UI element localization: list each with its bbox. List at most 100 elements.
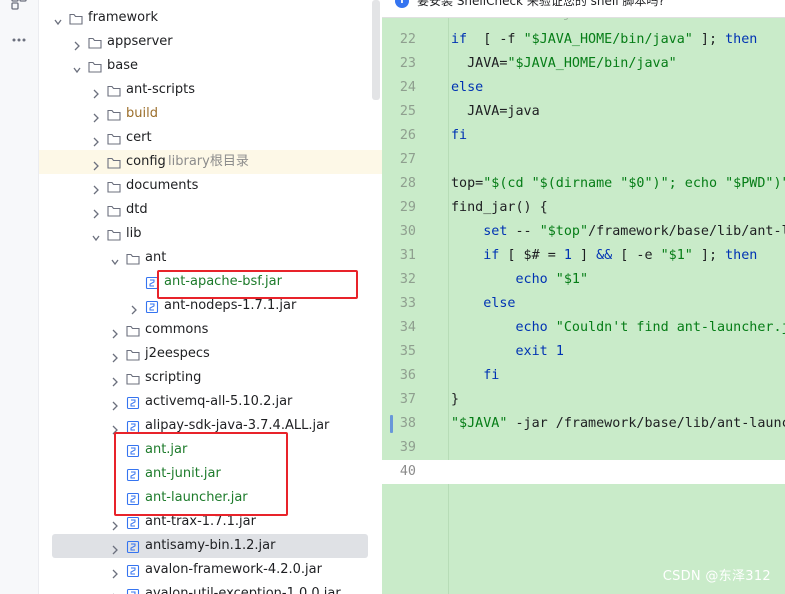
line-number: 35 [399, 344, 416, 359]
code-line-38[interactable]: 38 "$JAVA" -jar /framework/base/lib/ant-l… [382, 412, 785, 436]
tree-item-build[interactable]: build [39, 102, 382, 126]
code-line-29[interactable]: 29 find_jar() { [382, 196, 785, 220]
tree-item-label: antisamy-bin.1.2.jar [145, 538, 276, 553]
code-line-24[interactable]: 24 else [382, 76, 785, 100]
code-text: if [ $# = 1 ] && [ -e "$1" ]; then [451, 248, 758, 263]
code-editor[interactable]: # Location of java executable 22if [ -f … [382, 0, 785, 594]
code-line-35[interactable]: 35 exit 1 [382, 340, 785, 364]
tree-item-j2eespecs[interactable]: j2eespecs [39, 342, 382, 366]
more-icon[interactable] [11, 34, 27, 46]
code-text: JAVA="$JAVA_HOME/bin/java" [451, 56, 677, 71]
chevron-right-icon[interactable] [72, 36, 82, 51]
code-line-23[interactable]: 23 JAVA="$JAVA_HOME/bin/java" [382, 52, 785, 76]
code-line-40[interactable]: 40 [382, 460, 785, 484]
jar-file-icon [126, 395, 140, 410]
chevron-right-icon[interactable] [110, 348, 120, 363]
folder-icon [107, 155, 121, 169]
line-number: 26 [399, 128, 416, 143]
line-number: 22 [399, 32, 416, 47]
tree-item-lib[interactable]: lib [39, 222, 382, 246]
chevron-right-icon[interactable] [110, 588, 120, 594]
tree-item-activemq-jar[interactable]: activemq-all-5.10.2.jar [39, 390, 382, 414]
tree-item-label: ant-scripts [126, 82, 195, 97]
chevron-right-icon[interactable] [91, 132, 101, 147]
folder-icon [88, 35, 102, 49]
chevron-down-icon[interactable] [110, 252, 120, 266]
tree-item-ant-scripts[interactable]: ant-scripts [39, 78, 382, 102]
tree-item-label: lib [126, 226, 142, 241]
tool-window-strip [0, 0, 39, 594]
folder-icon [126, 323, 140, 337]
code-line-32[interactable]: 32 echo "$1" [382, 268, 785, 292]
tree-item-antisamy-jar[interactable]: antisamy-bin.1.2.jar [52, 534, 368, 558]
tree-item-ant[interactable]: ant [39, 246, 382, 270]
tree-item-label: cert [126, 130, 152, 145]
tree-item-dtd[interactable]: dtd [39, 198, 382, 222]
line-number: 24 [399, 80, 416, 95]
code-text: find_jar() { [451, 200, 548, 215]
tree-item-label: avalon-framework-4.2.0.jar [145, 562, 322, 577]
code-line-28[interactable]: 28 top="$(cd "$(dirname "$0")"; echo "$PW… [382, 172, 785, 196]
tree-item-label: appserver [107, 34, 173, 49]
info-icon: i [395, 0, 409, 8]
chevron-right-icon[interactable] [91, 204, 101, 219]
chevron-down-icon[interactable] [91, 228, 101, 242]
chevron-right-icon[interactable] [91, 156, 101, 171]
chevron-right-icon[interactable] [110, 420, 120, 435]
tree-item-framework[interactable]: framework [39, 6, 382, 30]
chevron-right-icon[interactable] [110, 516, 120, 531]
chevron-right-icon[interactable] [110, 396, 120, 411]
tree-item-cert[interactable]: cert [39, 126, 382, 150]
line-number: 31 [399, 248, 416, 263]
chevron-right-icon[interactable] [110, 564, 120, 579]
code-line-33[interactable]: 33 else [382, 292, 785, 316]
code-line-30[interactable]: 30 set -- "$top"/framework/base/lib/ant-… [382, 220, 785, 244]
tree-item-avalon-util-jar[interactable]: avalon-util-exception-1.0.0.jar [39, 582, 382, 594]
tree-item-commons[interactable]: commons [39, 318, 382, 342]
code-line-36[interactable]: 36 fi [382, 364, 785, 388]
jar-file-icon [126, 587, 140, 594]
tree-item-label: ant [145, 250, 167, 265]
line-number: 29 [399, 200, 416, 215]
tree-item-label: commons [145, 322, 209, 337]
code-line-26[interactable]: 26 fi [382, 124, 785, 148]
code-line-31[interactable]: 31 if [ $# = 1 ] && [ -e "$1" ]; then [382, 244, 785, 268]
tree-scrollbar[interactable] [372, 0, 380, 100]
code-text: set -- "$top"/framework/base/lib/ant-l [451, 224, 785, 239]
chevron-right-icon[interactable] [91, 84, 101, 99]
tree-item-scripting[interactable]: scripting [39, 366, 382, 390]
notification-text: 要安装 ShellCheck 来验证您的 shell 脚本吗? [417, 0, 665, 8]
code-text: fi [451, 368, 500, 383]
tree-item-label: build [126, 106, 158, 121]
chevron-down-icon[interactable] [53, 12, 63, 26]
code-line-39[interactable]: 39 [382, 436, 785, 460]
tree-item-avalon-framework-jar[interactable]: avalon-framework-4.2.0.jar [39, 558, 382, 582]
chevron-down-icon[interactable] [72, 60, 82, 74]
code-text: echo "Couldn't find ant-launcher.j [451, 320, 785, 335]
chevron-right-icon[interactable] [91, 180, 101, 195]
jar-file-icon [126, 419, 140, 434]
code-line-37[interactable]: 37} [382, 388, 785, 412]
chevron-right-icon[interactable] [110, 540, 120, 555]
tree-item-base[interactable]: base [39, 54, 382, 78]
folder-icon [126, 371, 140, 385]
tree-item-documents[interactable]: documents [39, 174, 382, 198]
line-number: 27 [399, 152, 416, 167]
tree-item-label: activemq-all-5.10.2.jar [145, 394, 293, 409]
chevron-right-icon[interactable] [110, 324, 120, 339]
code-text: } [451, 392, 460, 407]
code-line-34[interactable]: 34 echo "Couldn't find ant-launcher.j [382, 316, 785, 340]
code-line-22[interactable]: 22 if [ -f "$JAVA_HOME/bin/java" ]; then [382, 28, 785, 52]
jar-file-icon [145, 299, 159, 314]
folder-icon [126, 347, 140, 361]
chevron-right-icon[interactable] [129, 300, 139, 315]
folder-icon [107, 179, 121, 193]
shellcheck-notification[interactable]: i 要安装 ShellCheck 来验证您的 shell 脚本吗? [382, 0, 785, 18]
tree-item-appserver[interactable]: appserver [39, 30, 382, 54]
code-line-25[interactable]: 25 JAVA=java [382, 100, 785, 124]
chevron-right-icon[interactable] [110, 372, 120, 387]
chevron-right-icon[interactable] [91, 108, 101, 123]
tree-item-config[interactable]: config library根目录 [39, 150, 382, 174]
code-line-27[interactable]: 27 [382, 148, 785, 172]
structure-icon[interactable] [11, 0, 27, 10]
